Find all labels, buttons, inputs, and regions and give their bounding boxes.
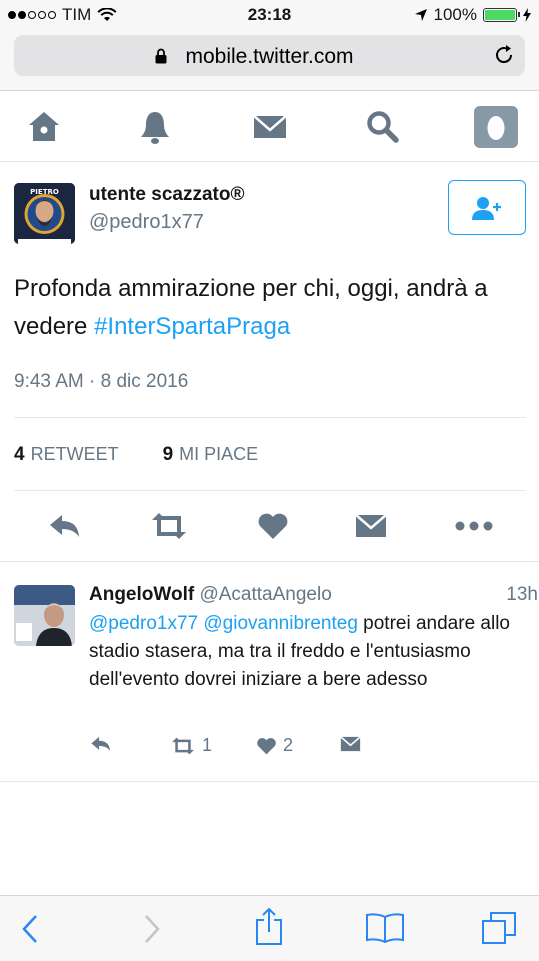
bookmarks-icon[interactable] — [365, 912, 405, 944]
share-icon[interactable] — [254, 906, 284, 946]
author-display-name[interactable]: utente scazzato® — [89, 184, 244, 206]
reply-message-button[interactable] — [340, 735, 361, 753]
tweet-timestamp: 9:43 AM · 8 dic 2016 — [14, 371, 189, 392]
location-icon — [414, 9, 427, 21]
back-icon[interactable] — [20, 913, 40, 945]
divider — [14, 417, 526, 418]
retweet-count: 4 — [14, 444, 25, 465]
search-icon[interactable] — [365, 109, 401, 145]
reply-reply-button[interactable] — [90, 735, 112, 753]
messages-icon[interactable] — [252, 109, 288, 145]
browser-header: mobile.twitter.com — [0, 30, 539, 91]
reply-text: @pedro1x77 @giovannibrenteg potrei andar… — [89, 610, 534, 694]
like-heart-icon — [257, 737, 276, 754]
reply-author-avatar[interactable] — [14, 585, 75, 646]
add-user-icon — [472, 196, 501, 220]
retweet-label: RETWEET — [30, 444, 119, 464]
reply-display-name[interactable]: AngeloWolf — [89, 584, 194, 605]
like-count: 9 — [162, 444, 174, 465]
tabs-icon[interactable] — [480, 910, 518, 946]
like-count-stat[interactable]: 9 MI PIACE — [163, 444, 259, 466]
follow-button[interactable] — [448, 180, 526, 235]
tweet-author: PIETRO utente scazzato® @pedro1x77 — [14, 180, 526, 250]
direct-message-icon[interactable] — [355, 512, 387, 540]
retweet-count-stat[interactable]: 4 RETWEET — [14, 444, 119, 466]
twitter-nav-bar — [0, 93, 539, 162]
like-heart-icon[interactable] — [257, 512, 289, 540]
reply-retweet-count: 1 — [202, 735, 213, 755]
retweet-icon — [172, 737, 194, 754]
reload-icon[interactable] — [493, 44, 515, 66]
mention-link[interactable]: @pedro1x77 — [89, 613, 198, 634]
reply-timestamp: 13h — [506, 584, 538, 605]
like-label: MI PIACE — [179, 444, 259, 464]
reply-icon[interactable] — [48, 512, 82, 540]
battery-percent: 100% — [433, 5, 477, 24]
author-avatar[interactable]: PIETRO — [14, 183, 75, 244]
status-bar: TIM 23:18 100% — [0, 0, 539, 30]
retweet-icon[interactable] — [149, 512, 189, 540]
browser-toolbar — [0, 895, 539, 961]
charging-icon — [523, 8, 531, 22]
reply-like-count: 2 — [283, 735, 294, 755]
reply-retweet-button[interactable]: 1 — [170, 735, 212, 756]
divider — [0, 781, 539, 782]
direct-message-icon — [340, 736, 361, 752]
forward-icon[interactable] — [142, 913, 162, 945]
hashtag-link[interactable]: #InterSpartaPraga — [94, 313, 290, 340]
tweet-stats: 4 RETWEET 9 MI PIACE — [14, 444, 258, 466]
battery-icon — [483, 8, 520, 22]
avatar-text: PIETRO — [30, 188, 59, 196]
reply-author: AngeloWolf @AcattaAngelo — [89, 584, 332, 606]
reply-handle[interactable]: @AcattaAngelo — [199, 584, 331, 605]
url-text: mobile.twitter.com — [185, 45, 354, 68]
address-bar[interactable]: mobile.twitter.com — [14, 35, 525, 76]
profile-egg-icon — [487, 116, 505, 140]
mention-link[interactable]: @giovannibrenteg — [203, 613, 358, 634]
tweet-actions — [0, 504, 539, 548]
reply-actions: 1 2 — [90, 735, 390, 759]
reply-icon — [91, 736, 110, 752]
profile-avatar-button[interactable] — [474, 106, 518, 148]
tweet-text: Profonda ammirazione per chi, oggi, andr… — [14, 270, 524, 346]
divider — [14, 490, 526, 491]
author-handle[interactable]: @pedro1x77 — [89, 211, 204, 234]
divider — [0, 561, 539, 562]
home-icon[interactable] — [26, 109, 62, 145]
reply-like-button[interactable]: 2 — [256, 735, 293, 756]
more-options-icon[interactable] — [455, 520, 493, 532]
notifications-icon[interactable] — [137, 109, 173, 145]
